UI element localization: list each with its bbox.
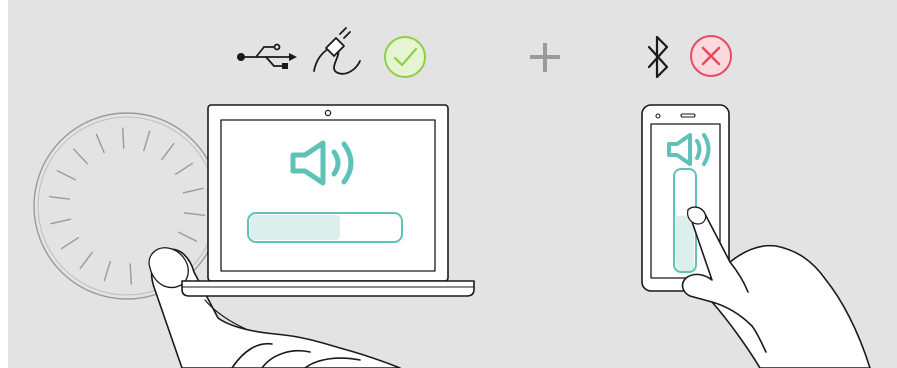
cross-status-icon [690,35,732,77]
volume-control-illustration [8,0,897,368]
laptop-icon [181,104,475,297]
check-status-icon [384,36,426,78]
